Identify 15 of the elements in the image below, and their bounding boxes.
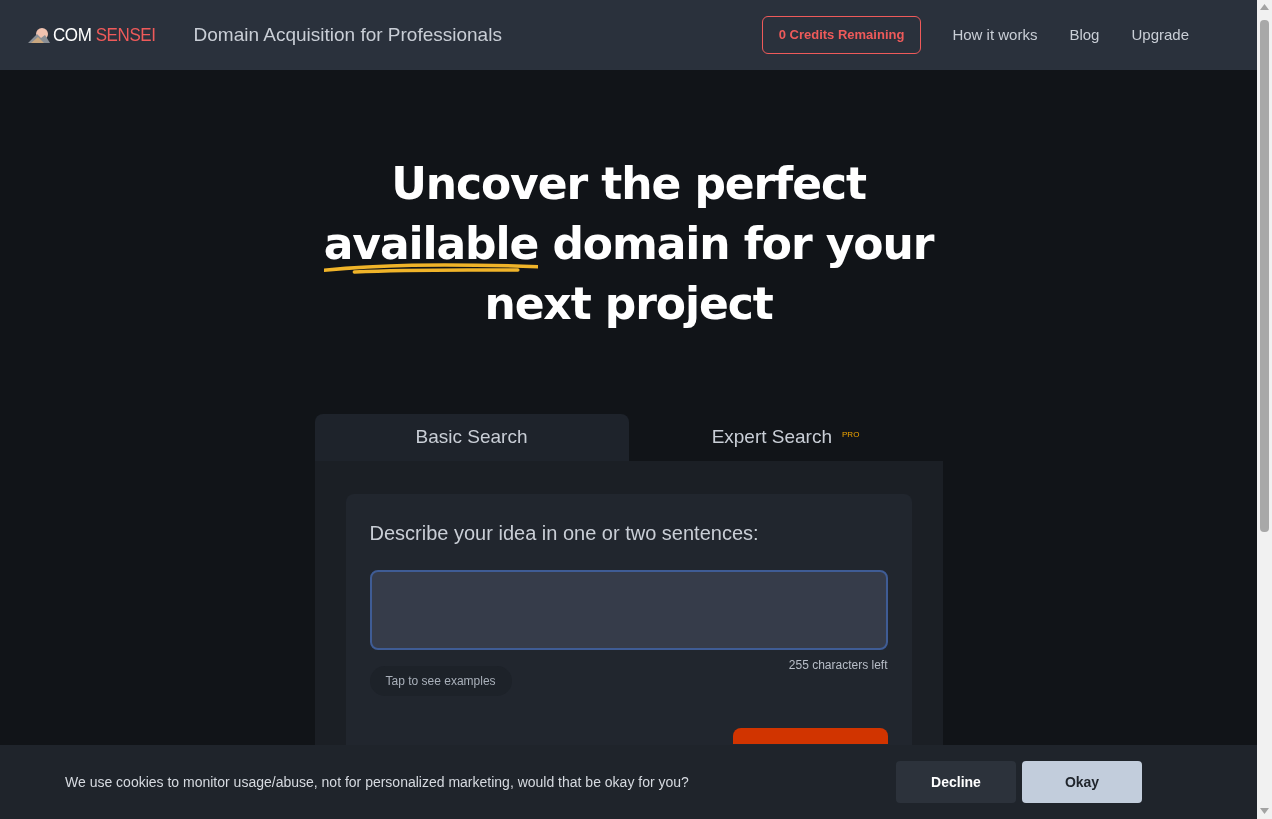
- okay-button[interactable]: Okay: [1022, 761, 1142, 803]
- logo-text[interactable]: COM SENSEI: [53, 20, 156, 50]
- tagline: Domain Acquisition for Professionals: [193, 22, 502, 47]
- search-tab[interactable]: Basic Search: [314, 414, 629, 461]
- examples-button[interactable]: Tap to see examples: [369, 666, 512, 696]
- nav-link[interactable]: Blog: [1069, 23, 1100, 47]
- nav-link[interactable]: How it works: [952, 23, 1038, 47]
- decline-button[interactable]: Decline: [896, 761, 1016, 803]
- pro-label: PRO: [842, 430, 860, 440]
- credits-button[interactable]: 0 Credits Remaining: [761, 16, 922, 54]
- prompt-label: Describe your idea in one or two sentences:: [369, 521, 760, 546]
- cookie-message: We use cookies to monitor usage/abuse, not for personalized marketing, would that be okay for you?: [65, 772, 689, 792]
- character-counter: 255 characters left: [788, 657, 888, 674]
- headline: Uncover the perfect available domain for your next project: [323, 157, 934, 331]
- nav-link[interactable]: Upgrade: [1131, 23, 1189, 47]
